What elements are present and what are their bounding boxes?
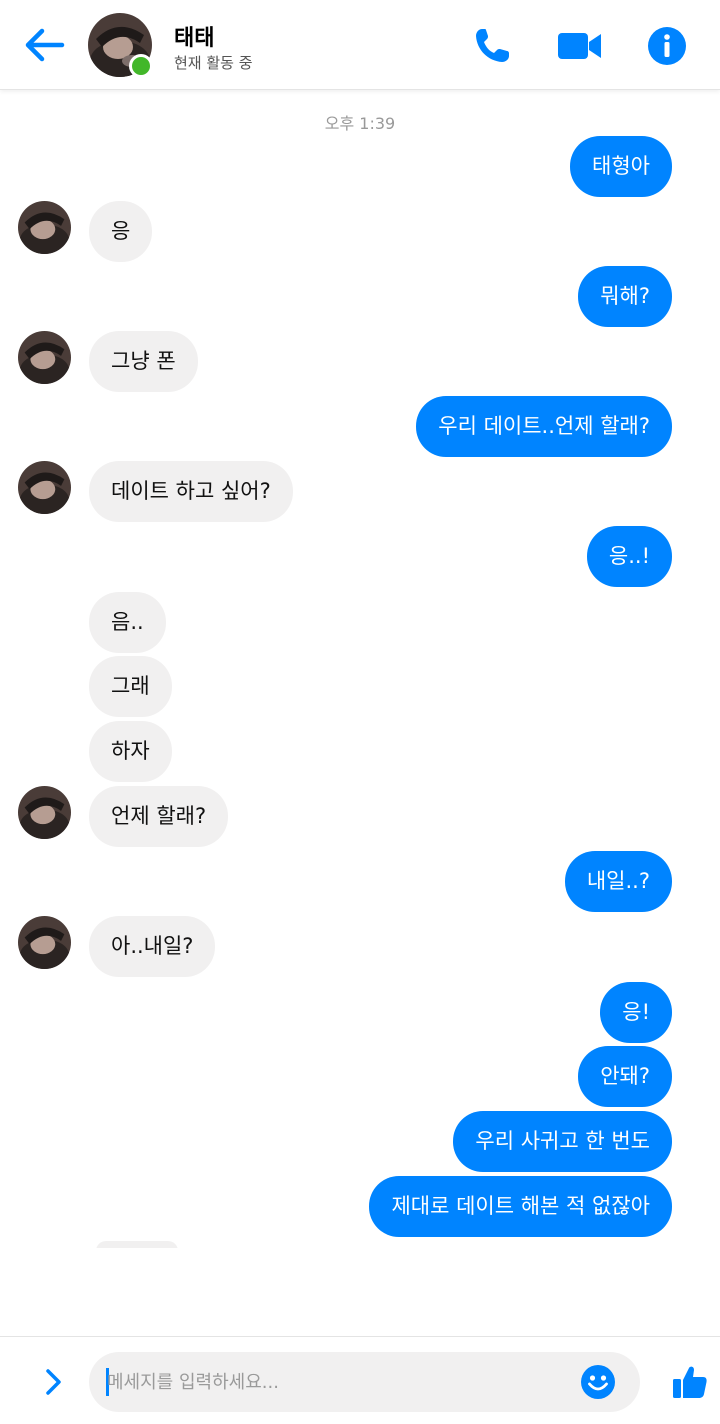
chat-header: 태태 현재 활동 중 [0,0,720,90]
outgoing-message[interactable]: 내일..? [564,851,672,912]
chevron-right-icon [46,1369,61,1395]
contact-avatar-small[interactable] [18,461,71,514]
message-list-bottom [0,1248,720,1336]
incoming-message[interactable]: 아..내일? [89,916,216,977]
incoming-message[interactable]: 데이트 하고 싶어? [89,461,293,522]
contact-name: 태태 [174,26,215,51]
incoming-message[interactable]: 하자 [89,721,172,782]
thumbs-up-icon [673,1366,707,1398]
outgoing-message[interactable]: 우리 데이트..언제 할래? [416,396,672,457]
online-status-dot [129,54,153,78]
incoming-message[interactable]: 언제 할래? [89,786,229,847]
phone-icon [476,29,509,62]
outgoing-message[interactable]: 안돼? [578,1046,672,1107]
contact-avatar-small[interactable] [18,201,71,254]
more-actions-button[interactable] [36,1365,70,1399]
conversation-info-button[interactable] [646,24,692,68]
contact-avatar-small[interactable] [18,786,71,839]
outgoing-message[interactable]: 제대로 데이트 해본 적 없잖아 [369,1176,672,1237]
message-composer [0,1336,720,1424]
emoji-button[interactable] [580,1364,616,1400]
message-input[interactable] [107,1362,567,1402]
video-call-button[interactable] [556,24,602,68]
video-camera-icon [558,33,601,59]
incoming-message[interactable]: 음.. [89,592,166,653]
outgoing-message[interactable]: 뭐해? [578,266,672,327]
contact-avatar-small[interactable] [18,916,71,969]
back-arrow-icon [25,28,65,62]
contact-status: 현재 활동 중 [174,54,253,72]
back-button[interactable] [22,26,66,64]
outgoing-message[interactable]: 응! [600,982,672,1043]
incoming-message[interactable]: 그냥 폰 [89,331,198,392]
send-like-button[interactable] [670,1363,708,1401]
incoming-message[interactable]: 그래 [89,656,172,717]
outgoing-message[interactable]: 우리 사귀고 한 번도 [453,1111,672,1172]
outgoing-message[interactable]: 응..! [586,526,672,587]
outgoing-message[interactable]: 태형아 [570,136,672,197]
info-icon [648,27,686,65]
voice-call-button[interactable] [470,24,516,68]
contact-avatar-small[interactable] [18,331,71,384]
message-input-box[interactable] [89,1352,640,1412]
message-timestamp: 오후 1:39 [324,114,396,133]
incoming-message[interactable]: 응 [89,201,153,262]
emoji-icon [581,1365,615,1399]
